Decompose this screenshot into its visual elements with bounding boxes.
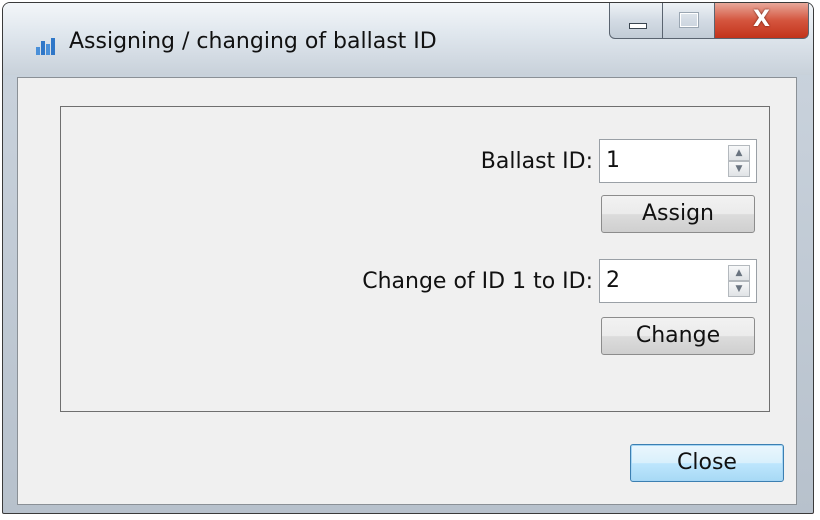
- window-title: Assigning / changing of ballast ID: [69, 29, 437, 54]
- close-icon: X: [753, 7, 770, 32]
- assign-button[interactable]: Assign: [601, 195, 755, 233]
- ballast-id-spin-arrows: ▲ ▼: [728, 145, 750, 177]
- dialog-window: Assigning / changing of ballast ID X Bal…: [2, 2, 814, 514]
- spin-up-icon[interactable]: ▲: [728, 265, 750, 281]
- bar-chart-icon: [36, 38, 55, 55]
- maximize-icon: [679, 12, 699, 28]
- change-id-value[interactable]: 2: [606, 268, 620, 293]
- spin-up-icon[interactable]: ▲: [728, 145, 750, 161]
- maximize-button[interactable]: [663, 3, 715, 39]
- close-button[interactable]: Close: [630, 444, 784, 482]
- caption-buttons: X: [609, 3, 809, 43]
- minimize-icon: [629, 23, 647, 29]
- change-id-label: Change of ID 1 to ID:: [362, 269, 593, 294]
- change-id-spinbox[interactable]: 2 ▲ ▼: [599, 259, 757, 303]
- change-id-spin-arrows: ▲ ▼: [728, 265, 750, 297]
- spin-down-icon[interactable]: ▼: [728, 281, 750, 297]
- spin-down-icon[interactable]: ▼: [728, 161, 750, 177]
- minimize-button[interactable]: [609, 3, 663, 39]
- close-window-button[interactable]: X: [715, 3, 809, 39]
- ballast-id-label: Ballast ID:: [480, 149, 593, 174]
- change-button[interactable]: Change: [601, 317, 755, 355]
- title-bar[interactable]: Assigning / changing of ballast ID X: [3, 3, 813, 75]
- ballast-id-spinbox[interactable]: 1 ▲ ▼: [599, 139, 757, 183]
- ballast-id-value[interactable]: 1: [606, 148, 620, 173]
- id-groupbox: Ballast ID: 1 ▲ ▼ Assign Change of ID 1 …: [60, 106, 770, 412]
- dialog-content: Ballast ID: 1 ▲ ▼ Assign Change of ID 1 …: [17, 77, 797, 505]
